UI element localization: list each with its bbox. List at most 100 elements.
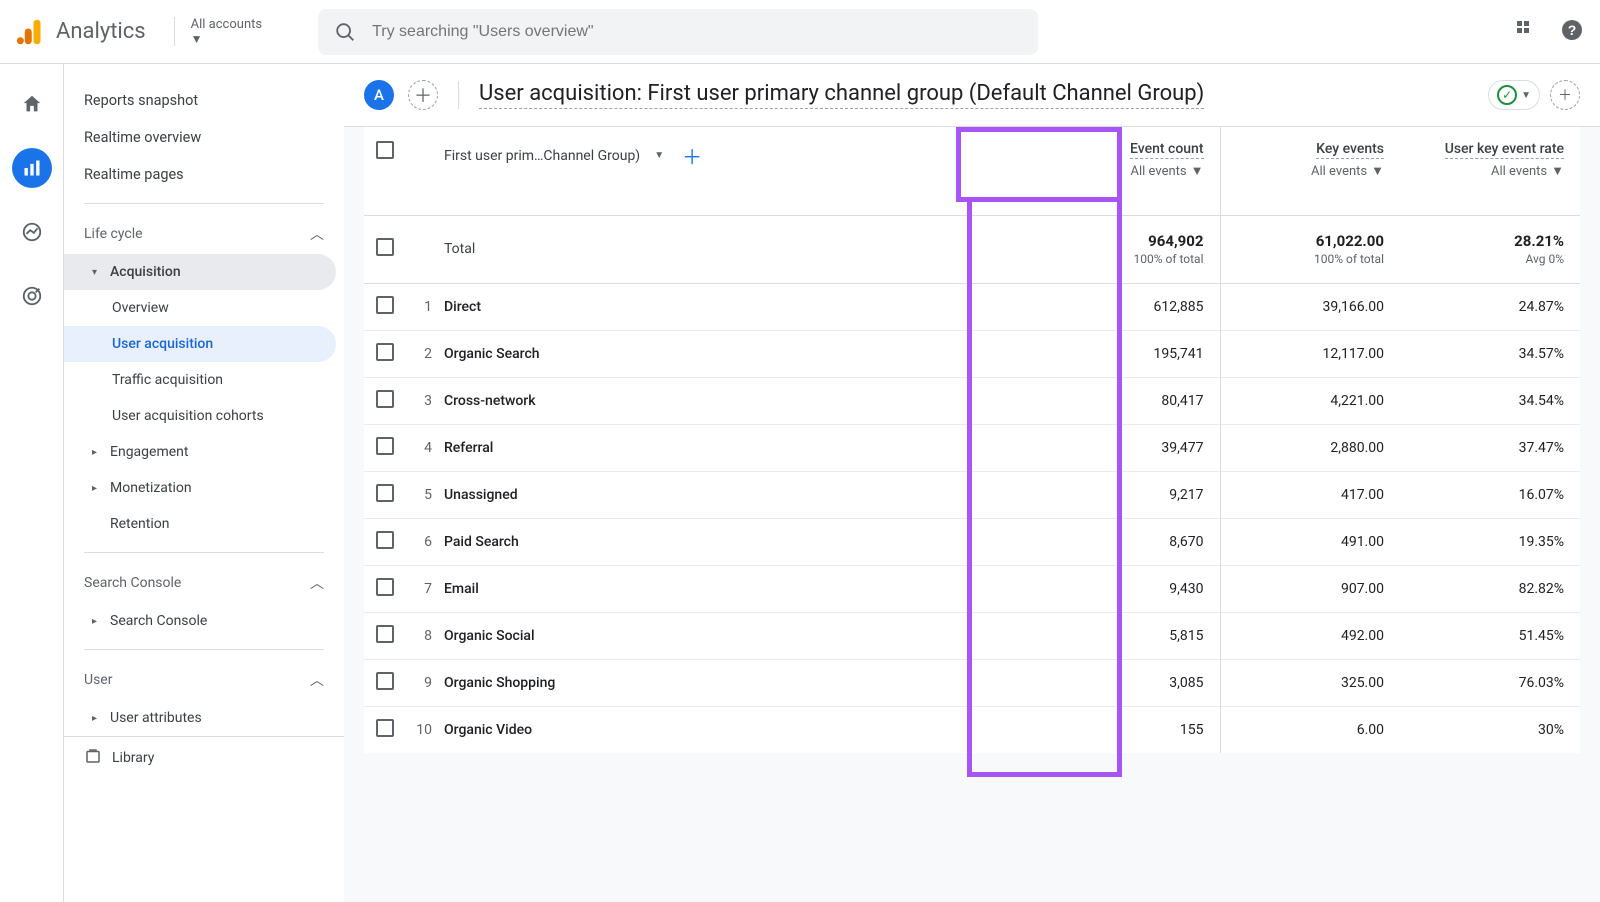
column-key-events[interactable]: Key events — [1316, 141, 1384, 159]
sidebar-item-user-acquisition-cohorts[interactable]: User acquisition cohorts — [64, 398, 336, 434]
add-segment-button[interactable]: ＋ — [408, 80, 438, 110]
table-header-row: First user prim…Channel Group) ▼ ＋ Event… — [364, 127, 1580, 215]
row-index: 1 — [410, 283, 444, 330]
sidebar-item-engagement[interactable]: ▸Engagement — [64, 434, 336, 470]
sidebar-group-search-console[interactable]: Search Console ︿ — [64, 563, 344, 603]
chevron-down-icon[interactable]: ▼ — [654, 150, 664, 161]
cell-key-events: 492.00 — [1220, 612, 1400, 659]
add-dimension-button[interactable]: ＋ — [682, 141, 702, 170]
table-row[interactable]: 1Direct612,88539,166.0024.87% — [364, 283, 1580, 330]
add-comparison-button[interactable]: ＋ — [1550, 80, 1580, 110]
rail-explore-icon[interactable] — [12, 212, 52, 252]
sidebar-item-monetization[interactable]: ▸Monetization — [64, 470, 336, 506]
channel-name: Direct — [444, 299, 481, 315]
dimension-label[interactable]: First user prim…Channel Group) — [444, 148, 640, 164]
row-index: 6 — [410, 518, 444, 565]
chevron-up-icon: ︿ — [310, 573, 324, 593]
row-checkbox[interactable] — [376, 719, 394, 737]
row-index: 8 — [410, 612, 444, 659]
page-title[interactable]: User acquisition: First user primary cha… — [479, 81, 1204, 109]
sidebar-item-realtime-pages[interactable]: Realtime pages — [64, 156, 344, 193]
library-icon — [84, 747, 102, 769]
table-row[interactable]: 7Email9,430907.0082.82% — [364, 565, 1580, 612]
sidebar-item-realtime-overview[interactable]: Realtime overview — [64, 119, 344, 156]
row-checkbox[interactable] — [376, 625, 394, 643]
column-filter-all-events[interactable]: All events ▼ — [1416, 163, 1564, 179]
analytics-logo-icon — [16, 18, 44, 46]
sidebar-group-user[interactable]: User ︿ — [64, 660, 344, 700]
chevron-down-icon: ▼ — [1371, 163, 1384, 179]
cell-key-events: 39,166.00 — [1220, 283, 1400, 330]
table-row[interactable]: 6Paid Search8,670491.0019.35% — [364, 518, 1580, 565]
select-all-checkbox[interactable] — [376, 141, 394, 159]
data-quality-chip[interactable]: ✓ ▼ — [1488, 80, 1540, 110]
row-checkbox[interactable] — [376, 437, 394, 455]
sidebar-label: Engagement — [110, 444, 188, 460]
row-checkbox[interactable] — [376, 531, 394, 549]
row-index: 3 — [410, 377, 444, 424]
caret-down-icon: ▾ — [92, 267, 102, 278]
apps-grid-icon[interactable] — [1516, 20, 1536, 44]
table-row[interactable]: 10Organic Video1556.0030% — [364, 706, 1580, 753]
channel-name: Unassigned — [444, 487, 518, 503]
column-filter-all-events[interactable]: All events ▼ — [1056, 163, 1204, 179]
rail-home-icon[interactable] — [12, 84, 52, 124]
sidebar-item-library[interactable]: Library — [64, 736, 344, 779]
row-checkbox[interactable] — [376, 390, 394, 408]
column-event-count[interactable]: Event count — [1130, 141, 1204, 159]
row-checkbox[interactable] — [376, 672, 394, 690]
rail-advertising-icon[interactable] — [12, 276, 52, 316]
row-checkbox[interactable] — [376, 296, 394, 314]
sidebar-item-overview[interactable]: Overview — [64, 290, 336, 326]
filter-label: All events — [1131, 164, 1187, 179]
help-icon[interactable]: ? — [1560, 18, 1584, 46]
chevron-up-icon: ︿ — [310, 670, 324, 690]
account-selector[interactable]: All accounts ▼ — [174, 17, 278, 46]
cell-rate: 82.82% — [1400, 565, 1580, 612]
cell-event-count: 9,430 — [1040, 565, 1220, 612]
table-row[interactable]: 5Unassigned9,217417.0016.07% — [364, 471, 1580, 518]
sidebar-item-reports-snapshot[interactable]: Reports snapshot — [64, 82, 344, 119]
sidebar-group-life-cycle[interactable]: Life cycle ︿ — [64, 214, 344, 254]
search-bar[interactable] — [318, 9, 1038, 55]
column-filter-all-events[interactable]: All events ▼ — [1237, 163, 1385, 179]
segment-chip[interactable]: A — [364, 80, 394, 110]
sidebar-item-acquisition[interactable]: ▾Acquisition — [64, 254, 336, 290]
row-checkbox[interactable] — [376, 484, 394, 502]
divider — [84, 552, 324, 553]
cell-event-count: 5,815 — [1040, 612, 1220, 659]
cell-event-count: 612,885 — [1040, 283, 1220, 330]
sidebar-item-search-console[interactable]: ▸Search Console — [64, 603, 336, 639]
channel-name: Organic Social — [444, 628, 535, 644]
column-user-key-event-rate[interactable]: User key event rate — [1445, 141, 1564, 159]
sidebar-item-traffic-acquisition[interactable]: Traffic acquisition — [64, 362, 336, 398]
cell-rate: 34.54% — [1400, 377, 1580, 424]
row-index: 4 — [410, 424, 444, 471]
row-checkbox[interactable] — [376, 343, 394, 361]
row-checkbox[interactable] — [376, 238, 394, 256]
checkmark-icon: ✓ — [1497, 85, 1517, 105]
rail-reports-icon[interactable] — [12, 148, 52, 188]
cell-rate: 51.45% — [1400, 612, 1580, 659]
table-row[interactable]: 4Referral39,4772,880.0037.47% — [364, 424, 1580, 471]
table-row[interactable]: 3Cross-network80,4174,221.0034.54% — [364, 377, 1580, 424]
cell-event-count: 9,217 — [1040, 471, 1220, 518]
channel-name: Email — [444, 581, 479, 597]
top-header: Analytics All accounts ▼ ? — [0, 0, 1600, 64]
sidebar-item-user-attributes[interactable]: ▸User attributes — [64, 700, 336, 736]
sidebar-item-retention[interactable]: Retention — [64, 506, 336, 542]
table-row[interactable]: 8Organic Social 5,815492.0051.45% — [364, 612, 1580, 659]
row-index: 9 — [410, 659, 444, 706]
table-row[interactable]: 9Organic Shopping3,085325.0076.03% — [364, 659, 1580, 706]
sidebar-item-user-acquisition[interactable]: User acquisition — [64, 326, 336, 362]
sidebar-label: Monetization — [110, 480, 192, 496]
cell-rate: 37.47% — [1400, 424, 1580, 471]
cell-event-count: 80,417 — [1040, 377, 1220, 424]
cell-rate: 76.03% — [1400, 659, 1580, 706]
reports-sidebar: Reports snapshot Realtime overview Realt… — [64, 64, 344, 902]
table-row[interactable]: 2Organic Search195,74112,117.0034.57% — [364, 330, 1580, 377]
cell-event-count: 155 — [1040, 706, 1220, 753]
row-checkbox[interactable] — [376, 578, 394, 596]
total-sub: Avg 0% — [1416, 252, 1564, 266]
search-input[interactable] — [372, 23, 1022, 41]
